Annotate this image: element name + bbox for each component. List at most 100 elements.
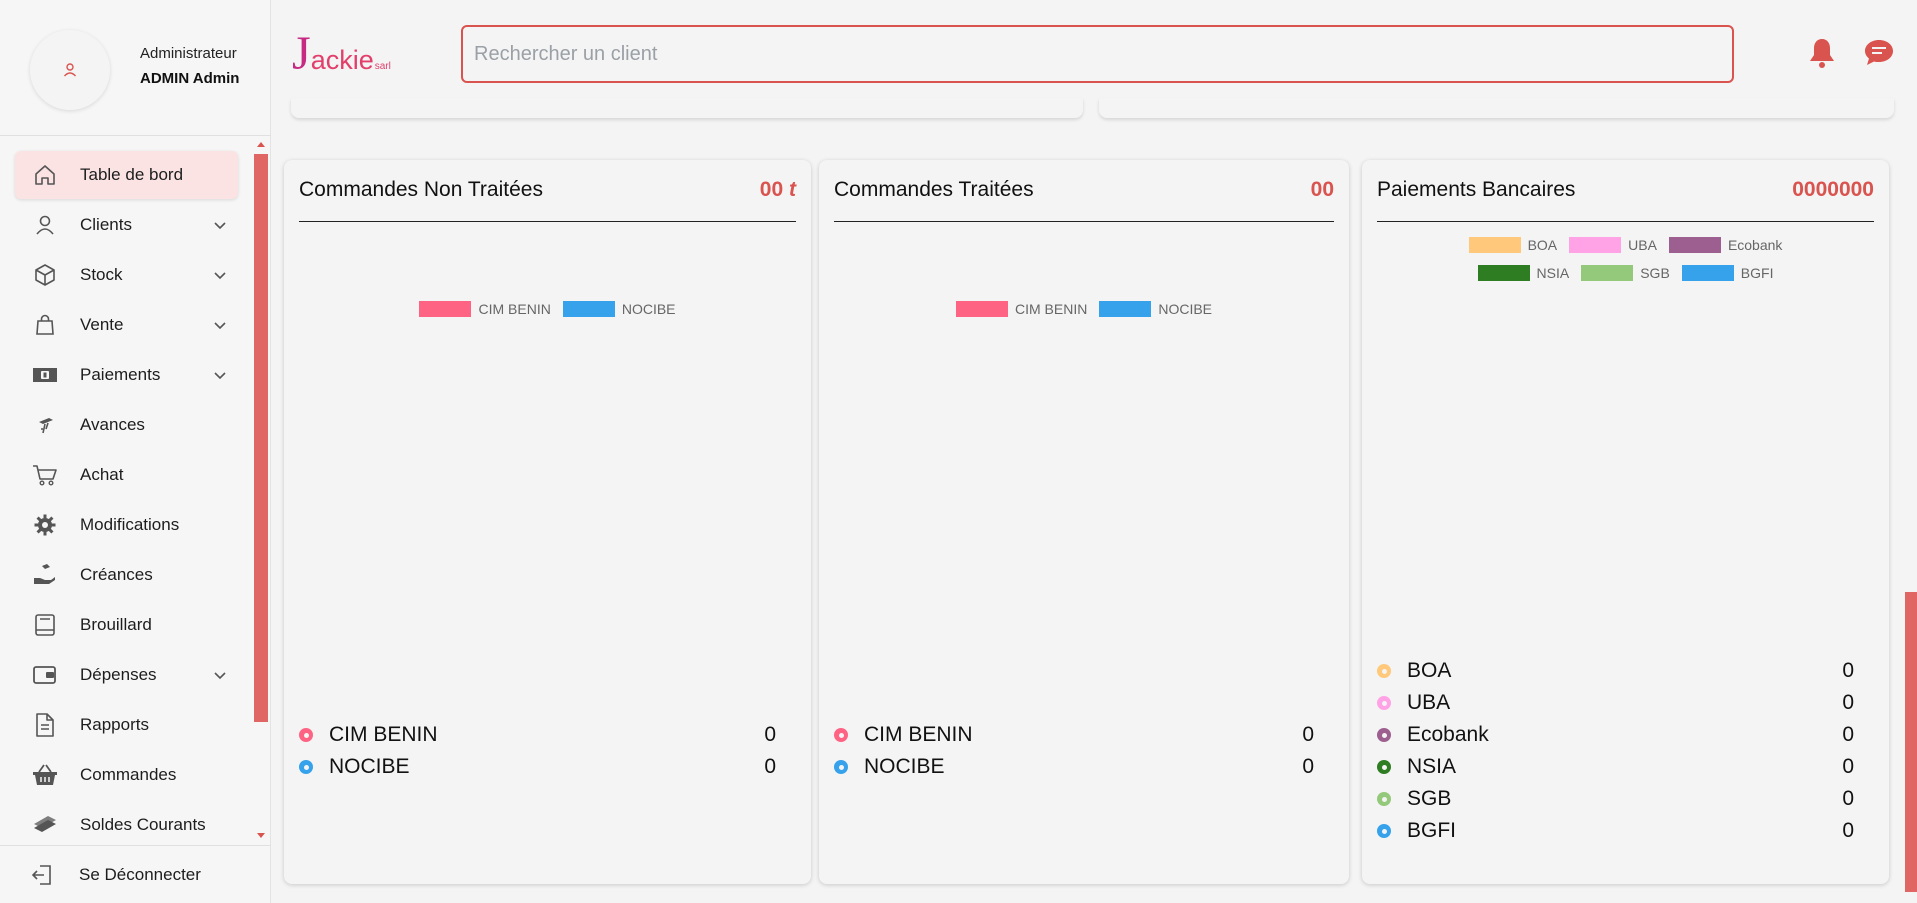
sidebar-item-rapports[interactable]: Rapports (15, 701, 238, 749)
chart-legend: BOA UBA Ecobank (1362, 237, 1889, 253)
legend-label: CIM BENIN (478, 301, 551, 317)
legend-item[interactable]: BGFI (1681, 265, 1773, 281)
item-value: 0 (764, 755, 776, 778)
card-commandes-traitees: Commandes Traitées 00 CIM BENIN NOCIBE C… (819, 160, 1349, 884)
logo-suffix: sarl (374, 61, 391, 72)
bell-icon[interactable] (1806, 36, 1838, 70)
sidebar-item-label: Créances (80, 565, 153, 584)
card-paiements-bancaires: Paiements Bancaires 0000000 BOA UBA Ecob… (1362, 160, 1889, 884)
sidebar-item-brouillard[interactable]: Brouillard (15, 601, 238, 649)
user-name: ADMIN Admin (140, 70, 240, 87)
legend-item[interactable]: NOCIBE (1099, 301, 1212, 317)
sidebar-item-modifications[interactable]: Modifications (15, 501, 238, 549)
legend-item[interactable]: SGB (1581, 265, 1670, 281)
sidebar-item-clients[interactable]: Clients (15, 201, 238, 249)
legend-swatch (419, 301, 472, 317)
legend-item[interactable]: BOA (1468, 237, 1557, 253)
legend-item[interactable]: Ecobank (1668, 237, 1782, 253)
sidebar-item-achat[interactable]: Achat (15, 451, 238, 499)
list-item: Ecobank 0 (1377, 719, 1854, 751)
sidebar-item-avances[interactable]: Avances (15, 401, 238, 449)
money-stack-icon (25, 810, 65, 838)
sidebar-item-label: Commandes (80, 765, 177, 784)
sidebar-item-label: Achat (80, 465, 124, 484)
sidebar-item-label: Brouillard (80, 615, 152, 634)
bullet-icon (1377, 760, 1391, 774)
bullet-icon (834, 728, 848, 742)
list-item: BGFI 0 (1377, 815, 1854, 847)
legend-swatch (955, 301, 1008, 317)
chart-legend: CIM BENIN NOCIBE (284, 301, 811, 317)
logo-initial: J (292, 27, 311, 80)
sidebar-item-table-de-bord[interactable]: Table de bord (15, 151, 238, 199)
legend-swatch (1569, 237, 1622, 253)
sidebar-item-soldes-courants[interactable]: Soldes Courants (15, 801, 238, 838)
item-name: CIM BENIN (864, 723, 973, 746)
legend-swatch (1099, 301, 1152, 317)
top-card-bottom-edge (291, 98, 1083, 118)
card-value: 0000000 (1792, 178, 1874, 201)
user-role: Administrateur (140, 45, 237, 62)
legend-label: UBA (1628, 237, 1657, 253)
avatar[interactable] (30, 30, 110, 110)
sidebar-item-label: Stock (80, 265, 123, 284)
sidebar-item-label: Modifications (80, 515, 180, 534)
item-value: 0 (1302, 723, 1314, 746)
bullet-icon (1377, 696, 1391, 710)
legend-label: NSIA (1536, 265, 1570, 281)
client-search-input[interactable] (461, 25, 1734, 83)
basket-icon (25, 760, 65, 790)
legend-swatch (562, 301, 615, 317)
chart-legend: CIM BENIN NOCIBE (819, 301, 1349, 317)
page-scroll-thumb[interactable] (1905, 592, 1917, 892)
card-title: Paiements Bancaires (1377, 178, 1576, 201)
scroll-down-arrow-icon[interactable] (257, 833, 265, 838)
app-logo[interactable]: J ackie sarl (292, 30, 391, 80)
sidebar-menu: Table de bord Clients Stock Vente Paieme… (0, 142, 254, 838)
bullet-icon (834, 760, 848, 774)
sidebar-scrollbar[interactable] (254, 142, 268, 838)
logout-button[interactable]: Se Déconnecter (0, 845, 271, 903)
sidebar-item-stock[interactable]: Stock (15, 251, 238, 299)
sidebar-item-commandes[interactable]: Commandes (15, 751, 238, 799)
scroll-up-arrow-icon[interactable] (257, 142, 265, 147)
list-item: NSIA 0 (1377, 751, 1854, 783)
legend-item[interactable]: NSIA (1477, 265, 1570, 281)
top-header: J ackie sarl (272, 0, 1917, 108)
legend-item[interactable]: CIM BENIN (955, 301, 1087, 317)
legend-item[interactable]: UBA (1569, 237, 1657, 253)
legend-item[interactable]: NOCIBE (562, 301, 676, 317)
sidebar-item-label: Soldes Courants (80, 815, 206, 834)
item-value: 0 (1842, 691, 1854, 714)
sidebar-item-vente[interactable]: Vente (15, 301, 238, 349)
sidebar-item-depenses[interactable]: Dépenses (15, 651, 238, 699)
sidebar-item-label: Rapports (80, 715, 149, 734)
value-list: CIM BENIN 0 NOCIBE 0 (834, 719, 1314, 783)
card-title: Commandes Traitées (834, 178, 1034, 201)
chevron-down-icon (214, 272, 226, 280)
value-list: BOA 0 UBA 0 Ecobank 0 NSIA 0 SGB 0 BGFI 0 (1377, 655, 1854, 847)
sidebar-item-paiements[interactable]: Paiements (15, 351, 238, 399)
item-name: NOCIBE (864, 755, 945, 778)
sidebar-item-label: Dépenses (80, 665, 157, 684)
list-item: CIM BENIN 0 (299, 719, 776, 751)
chart-legend: NSIA SGB BGFI (1362, 265, 1889, 281)
chevron-down-icon (214, 372, 226, 380)
wallet-icon (25, 660, 65, 690)
legend-label: NOCIBE (1158, 301, 1213, 317)
hand-coin-icon (25, 410, 65, 440)
item-value: 0 (1842, 787, 1854, 810)
gear-icon (25, 510, 65, 540)
list-item: NOCIBE 0 (299, 751, 776, 783)
sidebar-item-creances[interactable]: Créances (15, 551, 238, 599)
card-divider (1377, 221, 1874, 222)
legend-label: SGB (1640, 265, 1670, 281)
card-value-number: 00 (759, 178, 784, 201)
item-name: NOCIBE (329, 755, 410, 778)
chat-icon[interactable] (1863, 36, 1895, 70)
legend-item[interactable]: CIM BENIN (419, 301, 551, 317)
sidebar-item-label: Table de bord (80, 165, 184, 184)
sidebar-scroll-thumb[interactable] (254, 154, 268, 722)
profile-section: Administrateur ADMIN Admin (0, 0, 271, 136)
sidebar-item-label: Avances (80, 415, 145, 434)
